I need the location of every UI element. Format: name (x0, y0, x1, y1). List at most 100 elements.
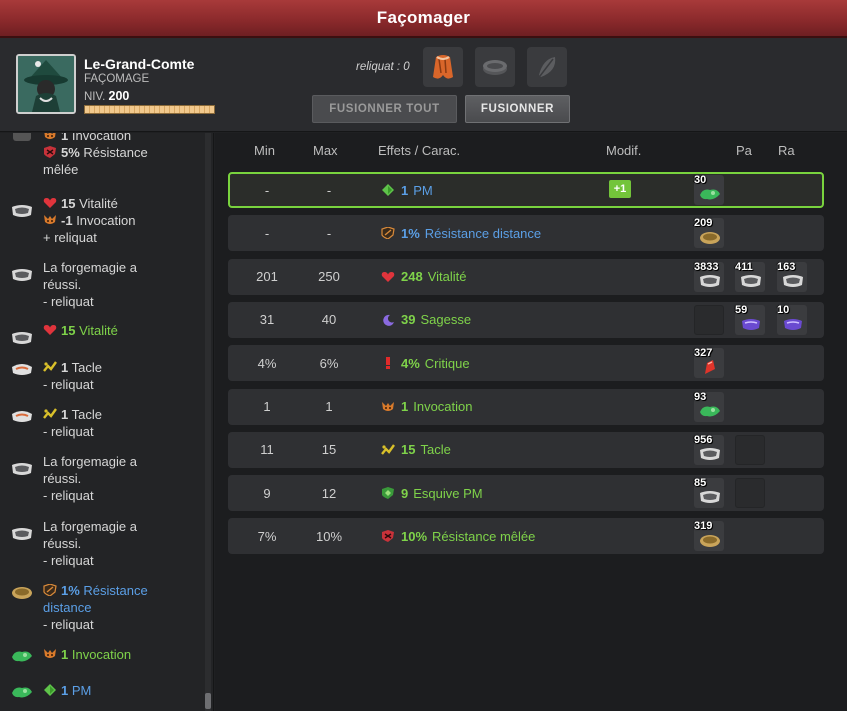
rune-icon (11, 203, 33, 219)
effect-value: 15 (401, 442, 416, 458)
effect-label: Résistance mêlée (432, 528, 536, 544)
history-value: 15 (61, 196, 76, 211)
column-min: Min (254, 143, 275, 158)
empty-rune-slot[interactable] (694, 304, 724, 335)
rune-slot[interactable]: 163 (777, 261, 807, 292)
rune-count: 956 (694, 433, 713, 446)
wisdom-icon (381, 314, 395, 326)
rune-slot[interactable]: 209 (694, 217, 724, 249)
effect-row[interactable]: - -1% Résistance distance 209 (228, 215, 824, 252)
rune-icon (740, 273, 761, 288)
history-label: Invocation (76, 213, 136, 228)
effect-max: 12 (321, 485, 337, 501)
history-line: - reliquat (43, 487, 137, 504)
effect-row[interactable]: 9 12 9 Esquive PM 85 (228, 475, 824, 512)
rune-icon (11, 461, 33, 477)
feather-icon (539, 57, 556, 77)
effect-row[interactable]: 31 40 39 Sagesse 59 10 (228, 301, 824, 338)
heart-icon (381, 271, 395, 283)
rune-slot[interactable]: 10 (777, 304, 807, 335)
rune-slot[interactable]: 59 (735, 303, 765, 335)
rune-count: 411 (735, 260, 753, 273)
fusion-slot-item[interactable] (423, 47, 463, 87)
fuse-button[interactable]: FUSIONNER (465, 95, 570, 123)
effect-name: 15 Tacle (381, 432, 741, 468)
rune-icon (699, 273, 720, 288)
history-text: 1 Tacle - reliquat (43, 406, 102, 440)
empty-rune-slot[interactable] (735, 478, 765, 509)
effect-min: 7% (257, 528, 277, 544)
scrollbar-thumb[interactable] (205, 693, 211, 709)
fusion-slot-rune[interactable] (475, 47, 515, 87)
history-line: -1 Invocation (43, 212, 135, 229)
rune-count: 93 (694, 390, 707, 403)
rune-slot[interactable]: 30 (694, 174, 724, 205)
tackle-icon (43, 407, 57, 419)
rune-slot[interactable]: 319 (694, 520, 724, 552)
empty-rune-slot[interactable] (735, 434, 765, 465)
heart-icon (43, 196, 57, 208)
summon-icon (381, 401, 395, 413)
effect-max: 250 (318, 269, 340, 285)
rune-slot[interactable]: 411 (735, 260, 765, 292)
history-text: 1 PM (43, 682, 91, 699)
history-value: 1 (61, 360, 69, 375)
rune-slot[interactable]: 85 (694, 477, 724, 509)
effect-row[interactable]: 4% 6% 4% Critique 327 (228, 345, 824, 382)
history-label: - reliquat (43, 294, 94, 309)
history-line: La forgemagie a (43, 259, 137, 276)
ranged-resist-icon (381, 226, 395, 240)
history-line: - reliquat (43, 423, 102, 440)
history-label: mêlée (43, 162, 79, 177)
effect-value: 9 (401, 485, 409, 501)
effect-name: 1% Résistance distance (381, 215, 741, 251)
history-text: La forgemagie a réussi. - reliquat (43, 453, 137, 504)
history-panel[interactable]: 1 Invocation 5% Résistance mêlée 15 Vitalit… (0, 133, 214, 711)
history-value: 1 (61, 647, 69, 662)
history-label: La forgemagie a (43, 260, 137, 275)
rune-slot[interactable]: 327 (694, 347, 724, 379)
effect-row[interactable]: 201 250 248 Vitalité 3833 411 163 (228, 258, 824, 295)
critical-icon (381, 357, 395, 370)
rune-slot[interactable]: 3833 (694, 261, 724, 292)
rune-count: 59 (735, 303, 748, 316)
gold-rune-icon (11, 584, 33, 600)
fuse-all-button[interactable]: FUSIONNER TOUT (312, 95, 457, 123)
history-line: 1 Invocation (43, 133, 148, 144)
history-label: Résistance (83, 145, 148, 160)
effect-label: Sagesse (420, 312, 472, 328)
rune-slot[interactable]: 93 (694, 390, 724, 422)
column-modif: Modif. (606, 143, 642, 158)
tackle-icon (43, 360, 57, 372)
modif-badge: +1 (609, 180, 631, 198)
fusion-slot-potion[interactable] (527, 47, 567, 87)
history-text: 1% Résistance distance - reliquat (43, 582, 148, 633)
effect-name: 1 PM (381, 172, 741, 208)
green-rune-icon (11, 684, 33, 700)
column-ra: Ra (778, 143, 795, 158)
tackle-rune-icon (11, 408, 33, 424)
effect-name: 10% Résistance mêlée (381, 518, 741, 554)
history-text: 15 Vitalité (43, 322, 118, 339)
ranged-resist-icon (43, 583, 57, 597)
crafter-header: Le-Grand-Comte FAÇOMAGE NIV. 200 reliqua… (0, 38, 847, 132)
title-bar: Façomager (0, 0, 847, 38)
crafted-item-icon (11, 133, 33, 143)
level-value: 200 (108, 89, 130, 103)
history-scrollbar[interactable] (205, 133, 211, 711)
effect-name: 9 Esquive PM (381, 475, 741, 511)
effect-row[interactable]: 11 15 15 Tacle 956 (228, 431, 824, 468)
rune-icon (699, 489, 720, 504)
history-line: - reliquat (43, 293, 137, 310)
rune-slot[interactable]: 956 (694, 433, 724, 465)
effect-row[interactable]: 1 1 1 Invocation 93 (228, 388, 824, 425)
history-line: + reliquat (43, 229, 135, 246)
effect-row[interactable]: 7% 10% 10% Résistance mêlée 319 (228, 518, 824, 555)
history-value: -1 (61, 213, 73, 228)
history-value: 1% (61, 583, 80, 598)
effect-row[interactable]: - -1 PM +1 30 (228, 172, 824, 208)
history-label: Vitalité (79, 196, 118, 211)
green-rune-icon (699, 186, 720, 201)
history-value: 15 (61, 323, 76, 338)
effect-value: 4% (401, 355, 420, 371)
